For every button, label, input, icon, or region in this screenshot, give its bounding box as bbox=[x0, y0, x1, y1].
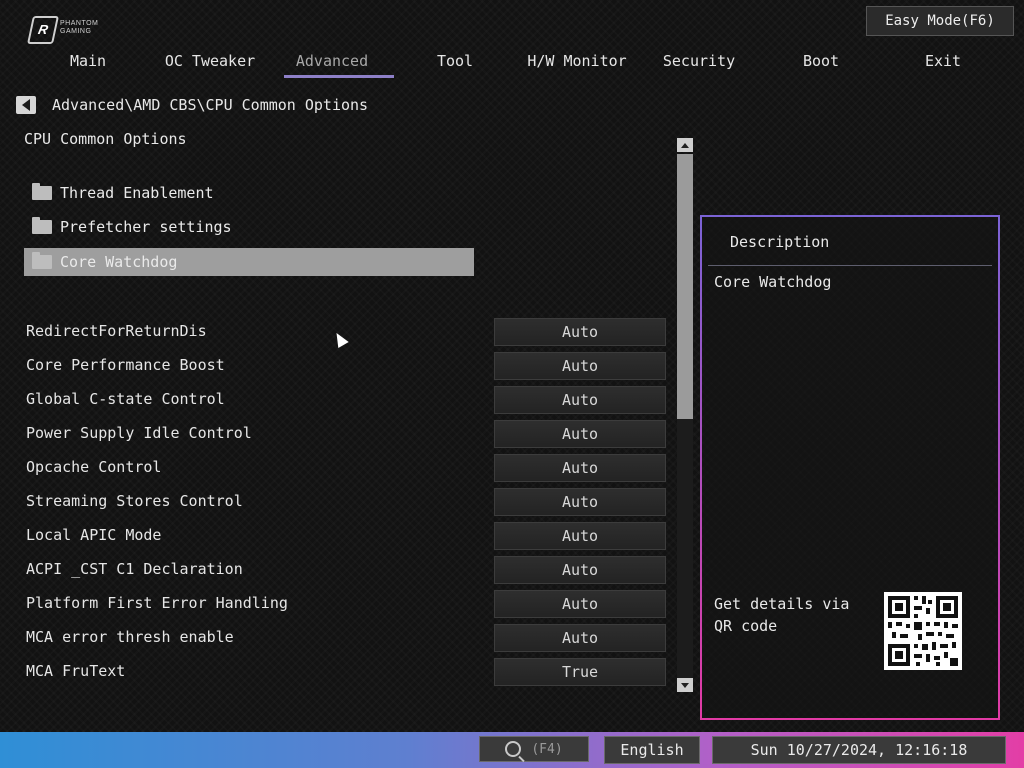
tab-security[interactable]: Security bbox=[639, 50, 759, 78]
option-value-select[interactable]: Auto bbox=[494, 386, 666, 414]
option-row: Core Performance Boost Auto bbox=[26, 352, 666, 380]
option-row: MCA FruText True bbox=[26, 658, 666, 686]
qr-code-icon bbox=[884, 592, 962, 670]
option-value-select[interactable]: True bbox=[494, 658, 666, 686]
option-label: MCA FruText bbox=[26, 662, 126, 680]
tab-tool[interactable]: Tool bbox=[395, 50, 515, 78]
folder-icon bbox=[32, 252, 52, 269]
tab-oc-tweaker[interactable]: OC Tweaker bbox=[150, 50, 270, 78]
breadcrumb: Advanced\AMD CBS\CPU Common Options bbox=[16, 95, 368, 115]
tab-boot[interactable]: Boot bbox=[761, 50, 881, 78]
option-row: Platform First Error Handling Auto bbox=[26, 590, 666, 618]
option-label: Local APIC Mode bbox=[26, 526, 162, 544]
option-label: MCA error thresh enable bbox=[26, 628, 234, 646]
tab-advanced[interactable]: Advanced bbox=[272, 50, 394, 78]
option-row: Streaming Stores Control Auto bbox=[26, 488, 666, 516]
datetime-display: Sun 10/27/2024, 12:16:18 bbox=[712, 736, 1006, 764]
submenu-label: Prefetcher settings bbox=[60, 218, 232, 236]
option-value-select[interactable]: Auto bbox=[494, 522, 666, 550]
easy-mode-button[interactable]: Easy Mode(F6) bbox=[866, 6, 1014, 36]
submenu-core-watchdog[interactable]: Core Watchdog bbox=[24, 248, 474, 276]
description-text: Core Watchdog bbox=[714, 273, 832, 291]
option-row: Power Supply Idle Control Auto bbox=[26, 420, 666, 448]
option-value-select[interactable]: Auto bbox=[494, 624, 666, 652]
option-label: ACPI _CST C1 Declaration bbox=[26, 560, 243, 578]
language-button[interactable]: English bbox=[604, 736, 700, 764]
brand-logo: R PHANTOM GAMING bbox=[27, 14, 110, 44]
description-panel: Description Core Watchdog Get details vi… bbox=[700, 215, 1000, 720]
option-row: Opcache Control Auto bbox=[26, 454, 666, 482]
option-value-select[interactable]: Auto bbox=[494, 318, 666, 346]
option-row: Global C-state Control Auto bbox=[26, 386, 666, 414]
option-label: Opcache Control bbox=[26, 458, 162, 476]
option-label: Global C-state Control bbox=[26, 390, 225, 408]
bottom-bar: (F4) English Sun 10/27/2024, 12:16:18 bbox=[0, 732, 1024, 768]
scrollbar-track[interactable] bbox=[677, 154, 693, 678]
brand-text: PHANTOM GAMING bbox=[60, 20, 98, 36]
search-button[interactable]: (F4) bbox=[479, 736, 589, 762]
submenu-prefetcher-settings[interactable]: Prefetcher settings bbox=[24, 213, 474, 241]
back-arrow-icon[interactable] bbox=[16, 96, 36, 114]
submenu-thread-enablement[interactable]: Thread Enablement bbox=[24, 179, 474, 207]
option-label: Power Supply Idle Control bbox=[26, 424, 252, 442]
tab-exit[interactable]: Exit bbox=[883, 50, 1003, 78]
option-label: RedirectForReturnDis bbox=[26, 322, 207, 340]
search-key-label: (F4) bbox=[531, 741, 563, 757]
folder-icon bbox=[32, 217, 52, 234]
option-value-select[interactable]: Auto bbox=[494, 420, 666, 448]
submenu-label: Core Watchdog bbox=[60, 253, 178, 271]
option-label: Core Performance Boost bbox=[26, 356, 225, 374]
scroll-up-arrow-icon[interactable] bbox=[677, 138, 693, 152]
search-icon bbox=[505, 741, 522, 757]
folder-icon bbox=[32, 183, 52, 200]
option-value-select[interactable]: Auto bbox=[494, 556, 666, 584]
tab-main[interactable]: Main bbox=[28, 50, 148, 78]
brand-line1: PHANTOM bbox=[60, 20, 99, 27]
option-value-select[interactable]: Auto bbox=[494, 352, 666, 380]
description-heading: Description bbox=[730, 233, 830, 251]
option-label: Streaming Stores Control bbox=[26, 492, 243, 510]
option-value-select[interactable]: Auto bbox=[494, 590, 666, 618]
description-divider bbox=[708, 265, 992, 266]
option-row: MCA error thresh enable Auto bbox=[26, 624, 666, 652]
scroll-down-arrow-icon[interactable] bbox=[677, 678, 693, 692]
tab-hw-monitor[interactable]: H/W Monitor bbox=[517, 50, 637, 78]
brand-line2: GAMING bbox=[60, 28, 92, 35]
option-value-select[interactable]: Auto bbox=[494, 488, 666, 516]
option-label: Platform First Error Handling bbox=[26, 594, 288, 612]
breadcrumb-path: Advanced\AMD CBS\CPU Common Options bbox=[52, 96, 369, 114]
qr-prompt: Get details via QR code bbox=[714, 595, 850, 635]
page-title: CPU Common Options bbox=[24, 130, 187, 148]
option-row: Local APIC Mode Auto bbox=[26, 522, 666, 550]
brand-mark-icon: R bbox=[27, 16, 59, 44]
scrollbar-thumb[interactable] bbox=[677, 154, 693, 419]
option-row: ACPI _CST C1 Declaration Auto bbox=[26, 556, 666, 584]
submenu-label: Thread Enablement bbox=[60, 184, 214, 202]
option-value-select[interactable]: Auto bbox=[494, 454, 666, 482]
main-nav: Main OC Tweaker Advanced Tool H/W Monito… bbox=[0, 50, 1024, 80]
